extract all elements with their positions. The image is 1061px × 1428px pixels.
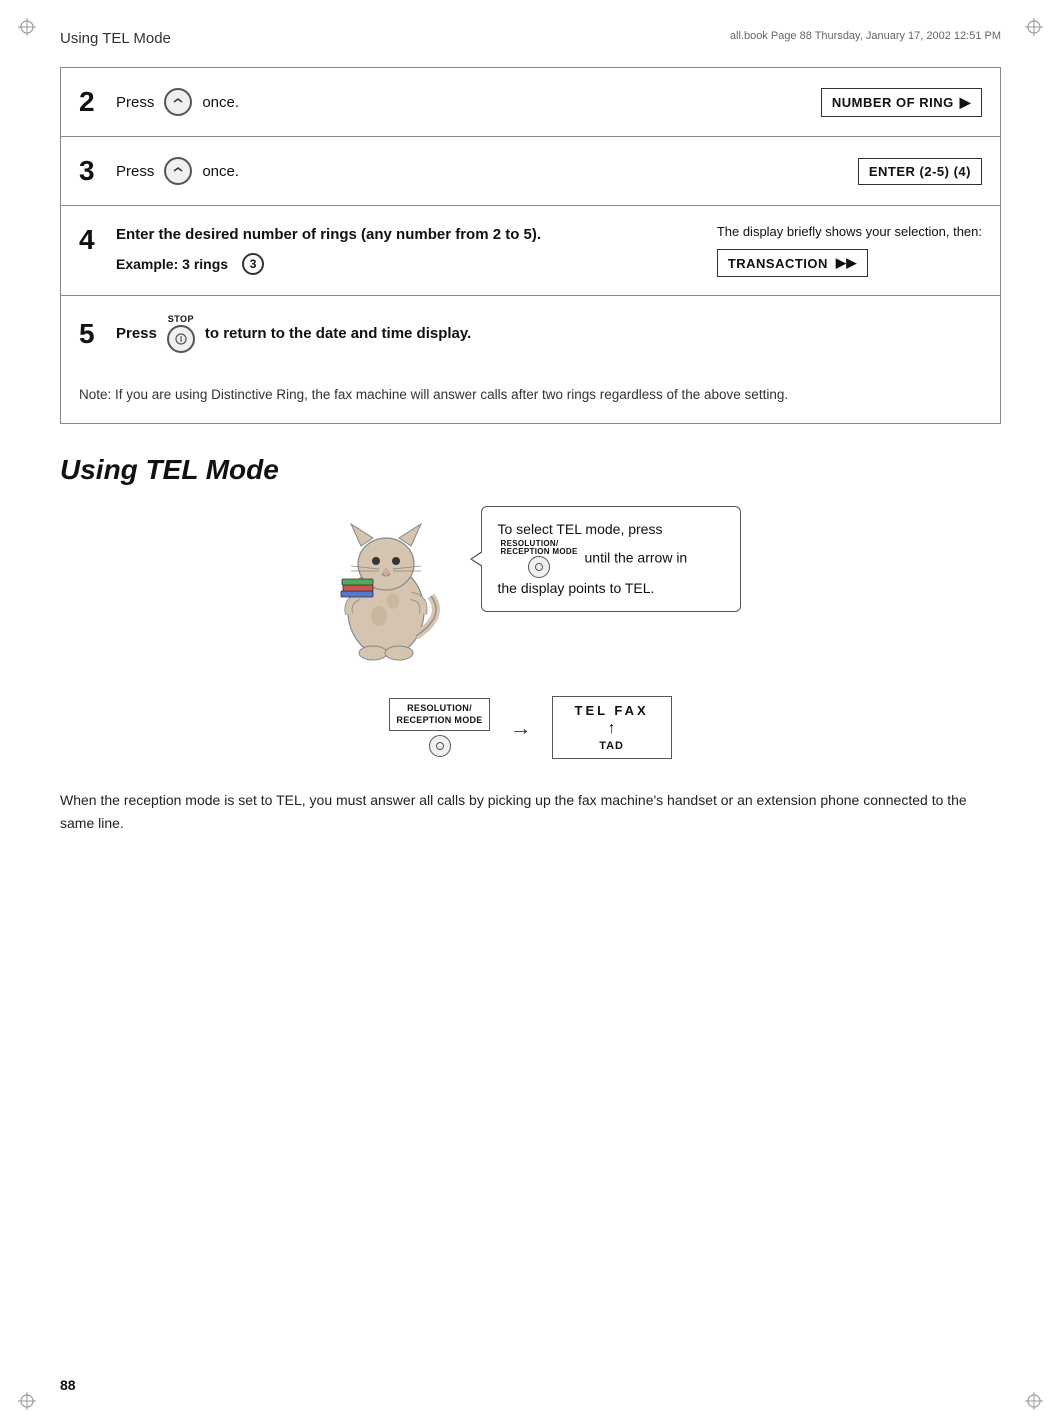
step-3-content: Press once. <box>106 139 760 203</box>
step-3-lcd: ENTER (2-5) (4) <box>858 158 982 185</box>
tel-fax-up-arrow: ↑ <box>608 720 616 738</box>
step-5-number: 5 <box>61 300 106 368</box>
step-2-row: 2 Press once. NUMBER OF RING ▶ <box>61 68 1000 137</box>
step-5-display <box>760 316 1000 352</box>
step-4-display: The display briefly shows your selection… <box>699 206 1000 295</box>
steps-table: 2 Press once. NUMBER OF RING ▶ <box>60 67 1001 424</box>
corner-tr-decoration <box>1025 18 1043 36</box>
step-5-content: Press STOP to return to the date and tim… <box>106 296 760 371</box>
step-4-content: Enter the desired number of rings (any n… <box>106 206 699 295</box>
header-title: Using TEL Mode <box>60 30 171 47</box>
callout-container: To select TEL mode, press RESOLUTION/ RE… <box>481 506 741 612</box>
step-2-display: NUMBER OF RING ▶ <box>760 70 1000 135</box>
resolution-button-callout: RESOLUTION/ RECEPTION MODE <box>501 540 578 578</box>
tel-fax-display: TEL FAX ↑ TAD <box>552 696 672 759</box>
body-text: When the reception mode is set to TEL, y… <box>60 789 1001 834</box>
step-4-row: 4 Enter the desired number of rings (any… <box>61 206 1000 296</box>
step-2-text: Press once. <box>116 88 239 116</box>
header-meta: all.book Page 88 Thursday, January 17, 2… <box>730 30 1001 42</box>
corner-tl-decoration <box>18 18 36 36</box>
step-3-text: Press once. <box>116 157 239 185</box>
step-4-number: 4 <box>61 206 106 295</box>
step-2-content: Press once. <box>106 70 760 134</box>
step-5-row: 5 Press STOP to return to the date and t… <box>61 296 1000 371</box>
callout-text: To select TEL mode, press RESOLUTION/ RE… <box>498 519 724 599</box>
bottom-diagram: RESOLUTION/ RECEPTION MODE → TEL FAX ↑ T… <box>281 696 781 759</box>
main-content: 2 Press once. NUMBER OF RING ▶ <box>60 67 1001 834</box>
step-3-row: 3 Press once. ENTER (2-5) (4) <box>61 137 1000 206</box>
step-4-desc: The display briefly shows your selection… <box>717 224 982 239</box>
resolution-btn-circle <box>528 556 550 578</box>
step-4-example: Example: 3 rings 3 <box>116 253 689 275</box>
example-number-badge: 3 <box>242 253 264 275</box>
note-text: Note: If you are using Distinctive Ring,… <box>61 371 1000 423</box>
arrow-right-icon: → <box>510 715 532 741</box>
step-3-number: 3 <box>61 137 106 205</box>
step-2-number: 2 <box>61 68 106 136</box>
step-4-transaction-lcd: TRANSACTION ▶▶ <box>717 249 868 277</box>
cat-illustration <box>321 506 451 666</box>
cat-svg <box>321 506 451 666</box>
step-2-lcd: NUMBER OF RING ▶ <box>821 88 982 117</box>
tad-label: TAD <box>599 740 624 752</box>
stop-button: STOP <box>167 314 195 353</box>
page-number: 88 <box>60 1377 76 1393</box>
note-row: Note: If you are using Distinctive Ring,… <box>61 371 1000 423</box>
stop-circle-icon <box>167 325 195 353</box>
section-title: Using TEL Mode <box>60 454 1001 486</box>
corner-br-decoration <box>1025 1392 1043 1410</box>
step-3-display: ENTER (2-5) (4) <box>760 140 1000 203</box>
resolution-label: RESOLUTION/ RECEPTION MODE <box>389 698 489 731</box>
page-header: Using TEL Mode all.book Page 88 Thursday… <box>60 30 1001 47</box>
resolution-mode-button-bottom <box>429 735 451 757</box>
corner-bl-decoration <box>18 1392 36 1410</box>
step-4-main-text: Enter the desired number of rings (any n… <box>116 226 689 243</box>
tel-mode-diagram: To select TEL mode, press RESOLUTION/ RE… <box>60 506 1001 666</box>
resolution-label-area: RESOLUTION/ RECEPTION MODE <box>389 698 489 757</box>
step-3-button <box>164 157 192 185</box>
step-2-button <box>164 88 192 116</box>
callout-bubble: To select TEL mode, press RESOLUTION/ RE… <box>481 506 741 612</box>
tel-fax-label: TEL FAX <box>575 703 649 718</box>
